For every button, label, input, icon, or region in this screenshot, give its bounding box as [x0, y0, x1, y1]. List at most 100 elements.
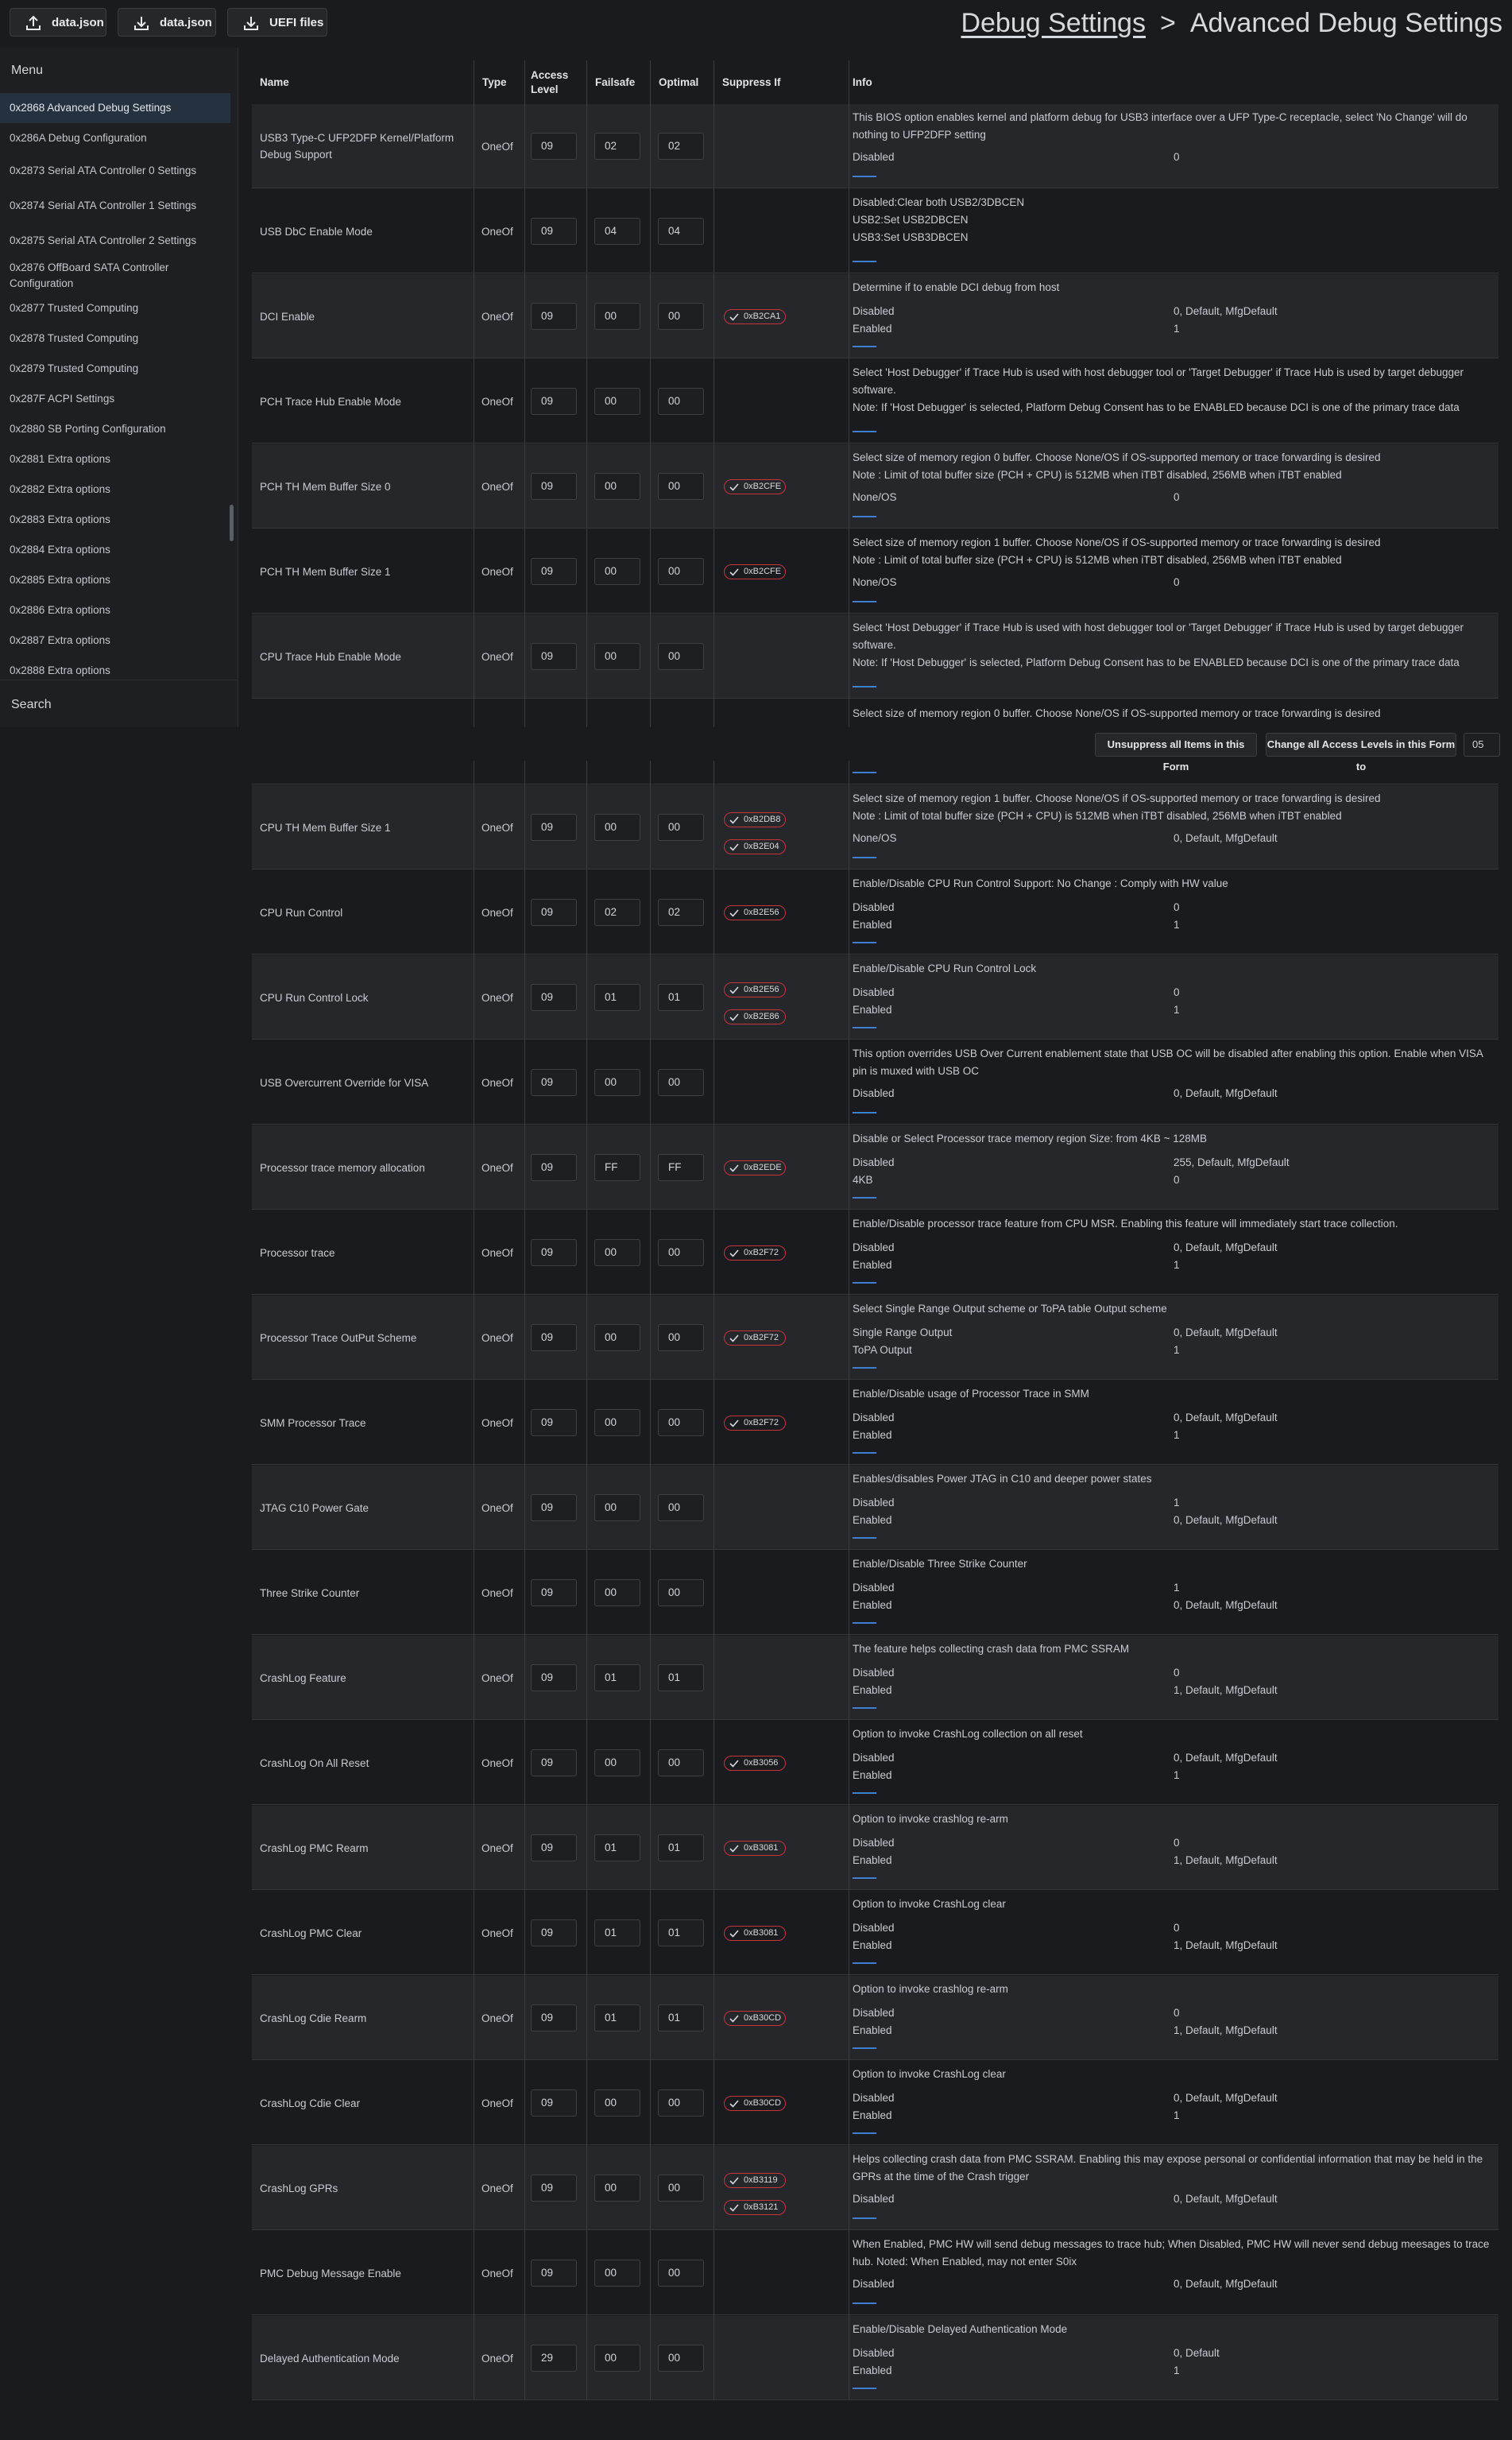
download-json-button[interactable]: data.json	[118, 8, 216, 37]
suppress-condition-badge[interactable]: 0xB2F72	[724, 1330, 786, 1346]
optimal-field[interactable]: 01	[658, 1834, 704, 1861]
suppress-condition-badge[interactable]: 0xB2DB8	[724, 812, 786, 827]
access-level-field[interactable]: 09	[531, 1069, 577, 1096]
failsafe-field[interactable]: 00	[594, 643, 640, 670]
optimal-field[interactable]: 00	[658, 1579, 704, 1606]
optimal-field[interactable]: 00	[658, 558, 704, 585]
failsafe-field[interactable]: 00	[594, 814, 640, 841]
optimal-field[interactable]: 00	[658, 1749, 704, 1776]
failsafe-field[interactable]: 00	[594, 2345, 640, 2372]
optimal-field[interactable]: FF	[658, 1154, 704, 1181]
optimal-field[interactable]: 04	[658, 218, 704, 245]
sidebar-item[interactable]: 0x286A Debug Configuration	[0, 123, 230, 153]
suppress-condition-badge[interactable]: 0xB3081	[724, 1926, 786, 1941]
failsafe-field[interactable]: 00	[594, 1749, 640, 1776]
access-level-field[interactable]: 09	[531, 1834, 577, 1861]
optimal-field[interactable]: 00	[658, 2345, 704, 2372]
failsafe-field[interactable]: 00	[594, 388, 640, 415]
access-level-field[interactable]: 29	[531, 2345, 577, 2372]
failsafe-field[interactable]: 04	[594, 218, 640, 245]
suppress-condition-badge[interactable]: 0xB30CD	[724, 2011, 786, 2026]
access-level-field[interactable]: 09	[531, 218, 577, 245]
info-scroll-indicator[interactable]	[853, 2303, 876, 2304]
access-level-field[interactable]: 09	[531, 133, 577, 160]
info-scroll-indicator[interactable]	[853, 1707, 876, 1709]
failsafe-field[interactable]: 00	[594, 1069, 640, 1096]
info-scroll-indicator[interactable]	[853, 1197, 876, 1199]
failsafe-field[interactable]: 00	[594, 1239, 640, 1266]
info-scroll-indicator[interactable]	[853, 346, 876, 347]
failsafe-field[interactable]: 00	[594, 1579, 640, 1606]
download-uefi-button[interactable]: UEFI files	[227, 8, 327, 37]
optimal-field[interactable]: 00	[658, 473, 704, 500]
sidebar-item[interactable]: 0x2875 Serial ATA Controller 2 Settings	[0, 223, 230, 258]
access-level-input[interactable]: 05	[1464, 733, 1500, 757]
optimal-field[interactable]: 01	[658, 984, 704, 1011]
optimal-field[interactable]: 00	[658, 643, 704, 670]
sidebar-item[interactable]: 0x2881 Extra options	[0, 444, 230, 474]
sidebar-scrollbar[interactable]	[230, 505, 234, 541]
failsafe-field[interactable]: 00	[594, 2089, 640, 2117]
optimal-field[interactable]: 00	[658, 1494, 704, 1521]
failsafe-field[interactable]: 01	[594, 2004, 640, 2031]
failsafe-field[interactable]: 02	[594, 899, 640, 926]
failsafe-field[interactable]: 01	[594, 984, 640, 1011]
suppress-condition-badge[interactable]: 0xB2E04	[724, 839, 786, 854]
sidebar-item[interactable]: 0x2879 Trusted Computing	[0, 354, 230, 384]
optimal-field[interactable]: 01	[658, 1664, 704, 1691]
access-level-field[interactable]: 09	[531, 1919, 577, 1946]
access-level-field[interactable]: 09	[531, 1324, 577, 1351]
optimal-field[interactable]: 01	[658, 1919, 704, 1946]
sidebar-item[interactable]: 0x2868 Advanced Debug Settings	[0, 93, 230, 123]
access-level-field[interactable]: 09	[531, 1409, 577, 1436]
optimal-field[interactable]: 00	[658, 388, 704, 415]
sidebar-item[interactable]: 0x2884 Extra options	[0, 535, 230, 565]
access-level-field[interactable]: 09	[531, 643, 577, 670]
suppress-condition-badge[interactable]: 0xB3121	[724, 2200, 786, 2215]
sidebar-item[interactable]: 0x2883 Extra options	[0, 505, 230, 535]
failsafe-field[interactable]: 00	[594, 303, 640, 330]
info-scroll-indicator[interactable]	[853, 1962, 876, 1964]
failsafe-field[interactable]: 00	[594, 2260, 640, 2287]
suppress-condition-badge[interactable]: 0xB3119	[724, 2173, 786, 2188]
optimal-field[interactable]: 00	[658, 1069, 704, 1096]
info-scroll-indicator[interactable]	[853, 1367, 876, 1369]
info-scroll-indicator[interactable]	[853, 1877, 876, 1879]
info-scroll-indicator[interactable]	[853, 2217, 876, 2219]
suppress-condition-badge[interactable]: 0xB2E86	[724, 1009, 786, 1024]
info-scroll-indicator[interactable]	[853, 1027, 876, 1028]
sidebar-item[interactable]: 0x2878 Trusted Computing	[0, 323, 230, 354]
access-level-field[interactable]: 09	[531, 303, 577, 330]
optimal-field[interactable]: 00	[658, 814, 704, 841]
optimal-field[interactable]: 02	[658, 899, 704, 926]
optimal-field[interactable]: 02	[658, 133, 704, 160]
info-scroll-indicator[interactable]	[853, 516, 876, 517]
sidebar-item[interactable]: 0x2877 Trusted Computing	[0, 293, 230, 323]
failsafe-field[interactable]: 02	[594, 133, 640, 160]
sidebar-item[interactable]: 0x2874 Serial ATA Controller 1 Settings	[0, 188, 230, 223]
access-level-field[interactable]: 09	[531, 2004, 577, 2031]
suppress-condition-badge[interactable]: 0xB2F72	[724, 1245, 786, 1261]
sidebar-item[interactable]: 0x287F ACPI Settings	[0, 384, 230, 414]
failsafe-field[interactable]: 00	[594, 1494, 640, 1521]
failsafe-field[interactable]: FF	[594, 1154, 640, 1181]
info-scroll-indicator[interactable]	[853, 1537, 876, 1539]
suppress-condition-badge[interactable]: 0xB2EDE	[724, 1160, 786, 1175]
access-level-field[interactable]: 09	[531, 2089, 577, 2117]
suppress-condition-badge[interactable]: 0xB3081	[724, 1841, 786, 1856]
failsafe-field[interactable]: 00	[594, 1324, 640, 1351]
failsafe-field[interactable]: 01	[594, 1919, 640, 1946]
sidebar-item[interactable]: 0x2876 OffBoard SATA Controller Configur…	[0, 258, 230, 293]
failsafe-field[interactable]: 01	[594, 1664, 640, 1691]
suppress-condition-badge[interactable]: 0xB2CFE	[724, 479, 786, 494]
access-level-field[interactable]: 09	[531, 1749, 577, 1776]
suppress-condition-badge[interactable]: 0xB30CD	[724, 2096, 786, 2111]
sidebar-item[interactable]: 0x2886 Extra options	[0, 595, 230, 625]
sidebar-item[interactable]: 0x2880 SB Porting Configuration	[0, 414, 230, 444]
sidebar-item[interactable]: 0x2873 Serial ATA Controller 0 Settings	[0, 153, 230, 188]
access-level-field[interactable]: 09	[531, 388, 577, 415]
access-level-field[interactable]: 09	[531, 1239, 577, 1266]
info-scroll-indicator[interactable]	[853, 176, 876, 177]
info-scroll-indicator[interactable]	[853, 1622, 876, 1624]
optimal-field[interactable]: 00	[658, 1409, 704, 1436]
